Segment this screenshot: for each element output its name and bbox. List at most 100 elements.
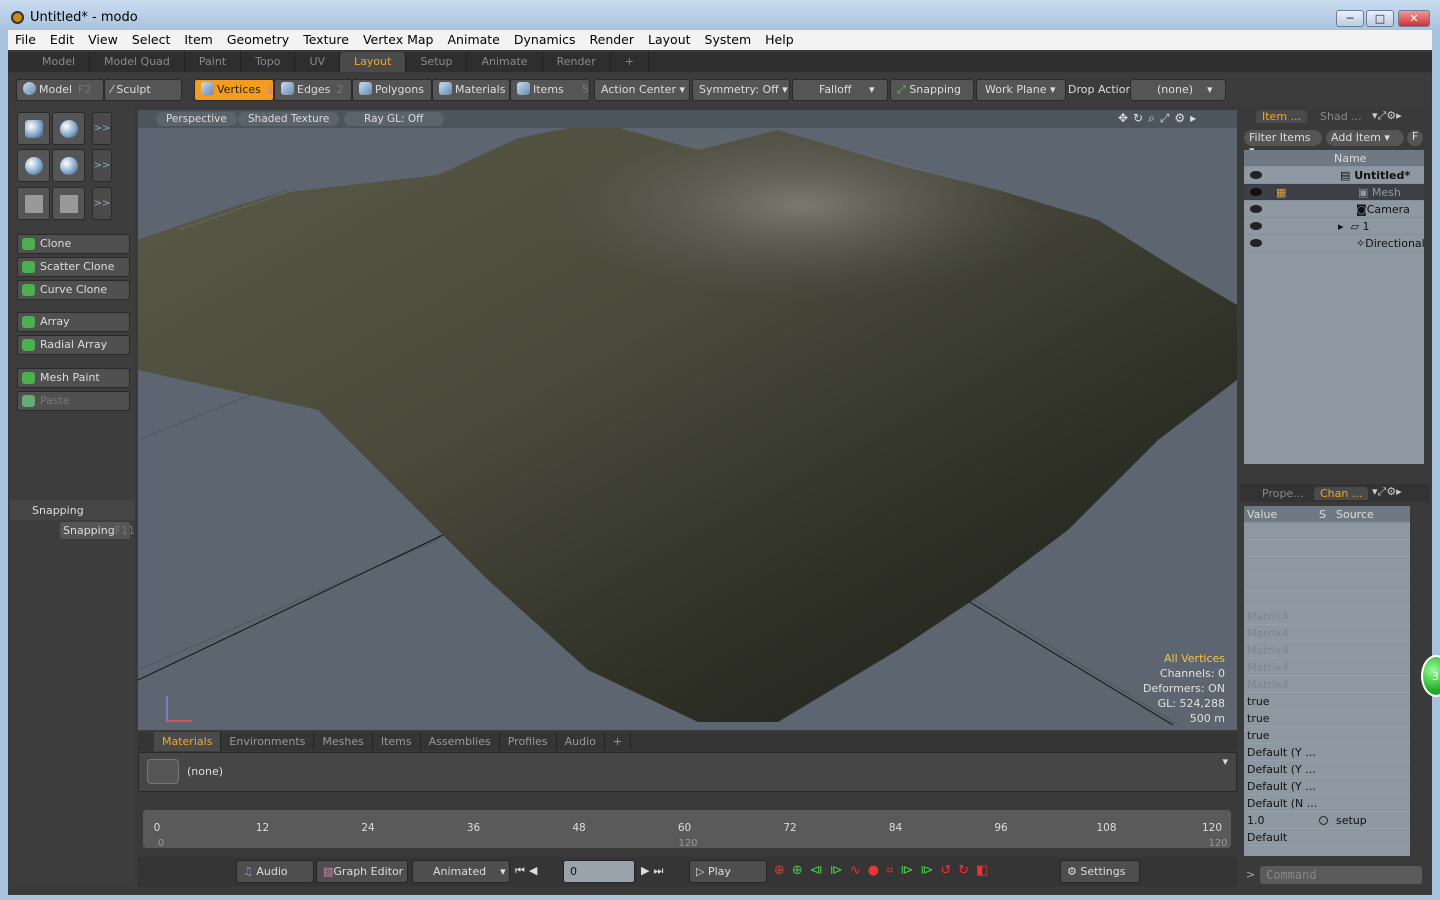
- cube-tool-button[interactable]: [17, 112, 50, 145]
- skip-forward-icons[interactable]: ▶⏭: [641, 864, 667, 878]
- work-plane-dropdown[interactable]: Work Plane ▾: [976, 79, 1066, 101]
- curve-clone-button[interactable]: Curve Clone: [17, 280, 130, 300]
- element-move-button[interactable]: [52, 187, 85, 220]
- channel-row[interactable]: Matrix4: [1244, 625, 1410, 642]
- material-dropdown-arrow[interactable]: ▾: [1222, 755, 1228, 768]
- time-ruler[interactable]: 0 12 24 36 48 60 72 84 96 108 120 0 120 120: [143, 810, 1231, 849]
- eye-icon[interactable]: [1250, 188, 1262, 196]
- snapping-button[interactable]: ⤢ Snapping: [890, 79, 974, 101]
- channel-row[interactable]: [1244, 574, 1410, 591]
- tab-+[interactable]: +: [611, 52, 649, 72]
- menu-animate[interactable]: Animate: [441, 30, 507, 50]
- channel-row[interactable]: Matrix4: [1244, 608, 1410, 625]
- eye-icon[interactable]: [1250, 222, 1262, 230]
- tab-environments[interactable]: Environments: [221, 732, 315, 751]
- menu-select[interactable]: Select: [125, 30, 178, 50]
- items-button[interactable]: Items 5: [510, 79, 590, 101]
- tab-uv[interactable]: UV: [295, 52, 341, 72]
- raygl-button[interactable]: Ray GL: Off: [344, 112, 444, 126]
- sphere-tool-button[interactable]: [52, 112, 85, 145]
- timeline[interactable]: 0 12 24 36 48 60 72 84 96 108 120 0 120 120: [138, 805, 1237, 851]
- polygons-button[interactable]: Polygons: [352, 79, 432, 101]
- play-button[interactable]: ▷ Play: [689, 860, 767, 883]
- tab-render[interactable]: Render: [543, 52, 611, 72]
- list-item[interactable]: ◙Camera: [1244, 201, 1424, 218]
- minimize-button[interactable]: ─: [1336, 10, 1364, 27]
- mesh-paint-button[interactable]: Mesh Paint: [17, 368, 130, 388]
- tab-audio[interactable]: Audio: [557, 732, 605, 751]
- f-button[interactable]: F: [1407, 130, 1423, 146]
- action-center-dropdown[interactable]: Action Center ▾: [594, 79, 690, 101]
- channel-row[interactable]: [1244, 540, 1410, 557]
- panel-options-icons-2[interactable]: ▾⤢⚙▸: [1372, 485, 1402, 499]
- mesh-toggle-icon[interactable]: ▦: [1276, 184, 1286, 201]
- tab-properties[interactable]: Prope...: [1256, 487, 1310, 500]
- snapping-section-header[interactable]: Snapping: [10, 500, 135, 520]
- settings-button[interactable]: ⚙ Settings: [1060, 860, 1140, 883]
- channel-row[interactable]: [1244, 523, 1410, 540]
- tab-model-quad[interactable]: Model Quad: [90, 52, 185, 72]
- shading-mode-button[interactable]: Shaded Texture: [238, 112, 340, 126]
- maximize-button[interactable]: □: [1366, 10, 1394, 27]
- tab-layout[interactable]: Layout: [340, 52, 407, 72]
- tab-profiles[interactable]: Profiles: [500, 732, 557, 751]
- graph-editor-button[interactable]: ▧Graph Editor: [316, 860, 408, 883]
- channel-row[interactable]: Default (Y ...: [1244, 778, 1410, 795]
- tab-animate[interactable]: Animate: [467, 52, 543, 72]
- symmetry-dropdown[interactable]: Symmetry: Off ▾: [692, 79, 790, 101]
- list-item[interactable]: ✧Directional: [1244, 235, 1424, 252]
- animated-dropdown[interactable]: Animated ▾: [412, 860, 510, 883]
- more-prims-button-2[interactable]: >>: [92, 149, 112, 182]
- channel-row[interactable]: [1244, 591, 1410, 608]
- tab-paint[interactable]: Paint: [185, 52, 242, 72]
- menu-dynamics[interactable]: Dynamics: [507, 30, 583, 50]
- menu-layout[interactable]: Layout: [641, 30, 698, 50]
- array-button[interactable]: Array: [17, 312, 130, 332]
- tab-topo[interactable]: Topo: [241, 52, 296, 72]
- viewport-nav-icons[interactable]: ✥↻⌕⤢⚙▸: [1118, 111, 1201, 126]
- torus-tool-button[interactable]: [17, 149, 50, 182]
- channel-row[interactable]: Matrix4: [1244, 676, 1410, 693]
- key-tools-icons[interactable]: ⊕⊕⧏⧐∿●⌗⧐⧐↺↻◧: [774, 863, 995, 878]
- eye-icon[interactable]: [1250, 205, 1262, 213]
- eye-icon[interactable]: [1250, 171, 1262, 179]
- transform-tool-button[interactable]: [17, 187, 50, 220]
- menu-texture[interactable]: Texture: [296, 30, 356, 50]
- tab-model[interactable]: Model: [28, 52, 91, 72]
- more-prims-button[interactable]: >>: [92, 112, 112, 145]
- close-button[interactable]: ✕: [1398, 10, 1430, 27]
- channel-row[interactable]: [1244, 557, 1410, 574]
- snapping-toggle[interactable]: SnappingF11: [60, 522, 135, 539]
- filter-items-dropdown[interactable]: Filter Items ▾: [1244, 130, 1322, 157]
- tab-assemblies[interactable]: Assemblies: [421, 732, 500, 751]
- channel-row[interactable]: Default: [1244, 829, 1410, 846]
- channel-row[interactable]: true: [1244, 727, 1410, 744]
- menu-item[interactable]: Item: [177, 30, 219, 50]
- eye-icon[interactable]: [1250, 239, 1262, 247]
- vertices-button[interactable]: Vertices 1: [194, 79, 274, 101]
- channel-row[interactable]: Matrix4: [1244, 642, 1410, 659]
- clone-button[interactable]: Clone: [17, 234, 130, 254]
- menu-edit[interactable]: Edit: [43, 30, 81, 50]
- sculpt-button[interactable]: ⁄ Sculpt: [104, 79, 182, 101]
- channel-row[interactable]: 1.0 setup: [1244, 812, 1410, 829]
- channel-row[interactable]: true: [1244, 693, 1410, 710]
- menu-help[interactable]: Help: [758, 30, 801, 50]
- menu-file[interactable]: File: [8, 30, 43, 50]
- materials-button[interactable]: Materials: [432, 79, 510, 101]
- skip-back-icons[interactable]: ⏮◀: [515, 864, 541, 878]
- tab-items[interactable]: Item ...: [1256, 110, 1308, 123]
- list-item[interactable]: ▤ Untitled*: [1244, 167, 1424, 184]
- model-mode-button[interactable]: Model F2: [16, 79, 104, 101]
- list-item[interactable]: ▦ ▣ Mesh: [1244, 184, 1424, 201]
- channel-row[interactable]: Default (Y ...: [1244, 761, 1410, 778]
- channel-row[interactable]: Default (N ...: [1244, 795, 1410, 812]
- menu-geometry[interactable]: Geometry: [220, 30, 296, 50]
- 3d-viewport[interactable]: Perspective Shaded Texture Ray GL: Off ✥…: [138, 110, 1237, 730]
- tab-setup[interactable]: Setup: [406, 52, 468, 72]
- tab-items[interactable]: Items: [373, 732, 421, 751]
- more-tools-button[interactable]: >>: [92, 187, 112, 220]
- radial-array-button[interactable]: Radial Array: [17, 335, 130, 355]
- menu-system[interactable]: System: [698, 30, 759, 50]
- edges-button[interactable]: Edges 2: [274, 79, 352, 101]
